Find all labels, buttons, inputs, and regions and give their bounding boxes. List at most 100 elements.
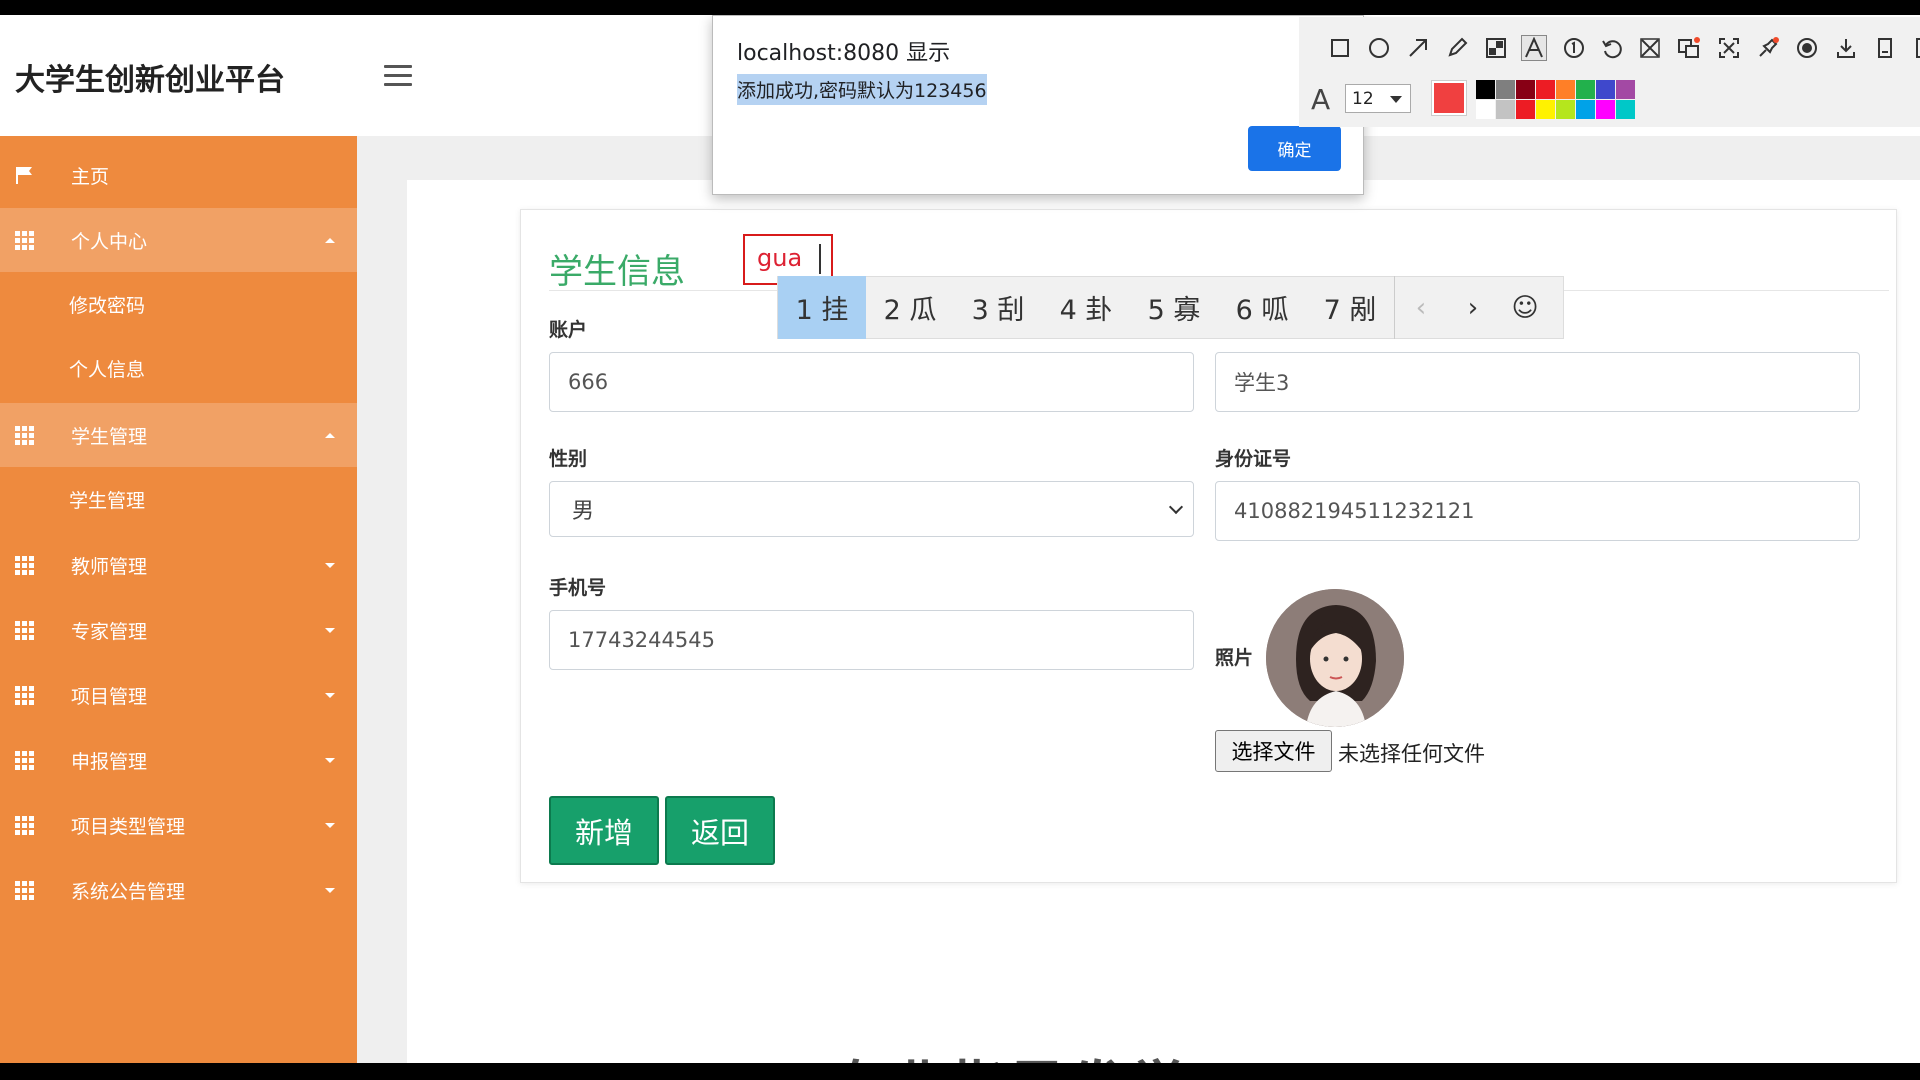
font-size-value: 12 xyxy=(1352,88,1374,109)
color-swatch[interactable] xyxy=(1596,100,1615,119)
arrow-icon[interactable] xyxy=(1405,35,1431,61)
next-page-icon[interactable]: › xyxy=(1447,276,1499,339)
grid-icon xyxy=(15,426,35,445)
font-size-select[interactable]: 12 xyxy=(1345,84,1411,113)
text-icon[interactable] xyxy=(1521,35,1547,61)
color-swatch[interactable] xyxy=(1516,80,1535,99)
number-icon[interactable] xyxy=(1561,35,1587,61)
sidebar-item-announcement-mgmt[interactable]: 系统公告管理 xyxy=(0,858,357,922)
caret-down-icon xyxy=(325,627,335,633)
gender-select-value: 男 xyxy=(572,499,595,524)
color-swatch[interactable] xyxy=(1476,80,1495,99)
color-swatch[interactable] xyxy=(1616,80,1635,99)
sidebar-item-teacher-mgmt[interactable]: 教师管理 xyxy=(0,533,357,597)
ime-candidate[interactable]: 6 呱 xyxy=(1218,276,1306,339)
sidebar-subitem-personal-info[interactable]: 个人信息 xyxy=(0,336,357,400)
prev-page-icon[interactable]: ‹ xyxy=(1395,276,1447,339)
color-swatch[interactable] xyxy=(1576,80,1595,99)
current-color-swatch[interactable] xyxy=(1431,80,1467,116)
color-swatch[interactable] xyxy=(1576,100,1595,119)
alert-dialog: localhost:8080 显示 添加成功,密码默认为123456 确定 xyxy=(712,15,1364,195)
browser-viewport: 大学生创新创业平台 主页 个人中心 修改密码 个人信息 学生管理 学生管理 教师… xyxy=(0,15,1920,1063)
name-input[interactable]: 学生3 xyxy=(1215,352,1860,412)
grid-icon xyxy=(15,556,35,575)
color-swatch[interactable] xyxy=(1556,100,1575,119)
annotation-toolbar: A 12 xyxy=(1299,17,1920,127)
grid-icon xyxy=(15,231,35,250)
color-swatch[interactable] xyxy=(1536,80,1555,99)
account-input[interactable]: 666 xyxy=(549,352,1194,412)
account-label: 账户 xyxy=(549,319,588,341)
ime-candidate-bar: 1 挂 2 瓜 3 刮 4 卦 5 寡 6 呱 7 剐 ‹ › ☺ xyxy=(777,276,1564,339)
bottom-caption: 专业指导发学 xyxy=(830,1043,1190,1063)
sidebar-item-student-mgmt[interactable]: 学生管理 xyxy=(0,403,357,467)
flag-icon xyxy=(15,166,35,184)
caret-up-icon xyxy=(325,237,335,243)
download-icon[interactable] xyxy=(1833,35,1859,61)
color-swatch[interactable] xyxy=(1536,100,1555,119)
caret-down-icon xyxy=(325,757,335,763)
sidebar-item-label: 教师管理 xyxy=(71,555,148,578)
grid-icon xyxy=(15,881,35,900)
emoji-icon[interactable]: ☺ xyxy=(1499,276,1551,339)
color-swatch[interactable] xyxy=(1616,100,1635,119)
menu-toggle-icon[interactable] xyxy=(384,65,412,87)
color-swatch[interactable] xyxy=(1476,100,1495,119)
ime-candidate[interactable]: 1 挂 xyxy=(778,276,866,339)
ok-button[interactable]: 确定 xyxy=(1248,126,1341,171)
sidebar-item-expert-mgmt[interactable]: 专家管理 xyxy=(0,598,357,662)
color-swatch[interactable] xyxy=(1556,80,1575,99)
caret-down-icon xyxy=(325,692,335,698)
mosaic-icon[interactable] xyxy=(1483,35,1509,61)
record-icon[interactable] xyxy=(1794,35,1820,61)
save-icon[interactable] xyxy=(1872,35,1898,61)
choose-file-button[interactable]: 选择文件 xyxy=(1215,730,1332,772)
text-cursor xyxy=(819,244,821,274)
sidebar-item-project-type-mgmt[interactable]: 项目类型管理 xyxy=(0,793,357,857)
content-gutter xyxy=(357,136,407,1063)
sidebar-item-label: 个人中心 xyxy=(71,230,148,253)
sidebar-item-declaration-mgmt[interactable]: 申报管理 xyxy=(0,728,357,792)
alert-title: localhost:8080 显示 xyxy=(737,41,951,66)
close-icon[interactable] xyxy=(1908,35,1920,61)
ime-candidate[interactable]: 3 刮 xyxy=(954,276,1042,339)
grid-icon xyxy=(15,751,35,770)
fullscreen-icon[interactable] xyxy=(1716,35,1742,61)
sidebar-subitem-change-password[interactable]: 修改密码 xyxy=(0,272,357,336)
sidebar-item-label: 学生管理 xyxy=(71,425,148,448)
sidebar-item-project-mgmt[interactable]: 项目管理 xyxy=(0,663,357,727)
sidebar-item-label: 修改密码 xyxy=(69,294,146,317)
color-swatch[interactable] xyxy=(1516,100,1535,119)
pencil-icon[interactable] xyxy=(1444,35,1470,61)
color-swatch[interactable] xyxy=(1496,80,1515,99)
dropdown-arrow-icon xyxy=(1390,96,1402,103)
grid-icon xyxy=(15,816,35,835)
phone-label: 手机号 xyxy=(549,577,607,599)
sidebar-item-personal-center[interactable]: 个人中心 xyxy=(0,208,357,272)
color-swatch[interactable] xyxy=(1496,100,1515,119)
add-button[interactable]: 新增 xyxy=(549,796,659,865)
rectangle-icon[interactable] xyxy=(1327,35,1353,61)
sidebar-item-label: 项目类型管理 xyxy=(71,815,186,838)
circle-icon[interactable] xyxy=(1366,35,1392,61)
undo-icon[interactable] xyxy=(1599,35,1625,61)
ime-candidate[interactable]: 5 寡 xyxy=(1130,276,1218,339)
ime-candidate[interactable]: 7 剐 xyxy=(1306,276,1394,339)
photo-label: 照片 xyxy=(1215,647,1254,669)
chevron-down-icon xyxy=(1168,499,1184,515)
sidebar-item-home[interactable]: 主页 xyxy=(0,143,357,207)
gender-select[interactable]: 男 xyxy=(549,481,1194,537)
back-button[interactable]: 返回 xyxy=(665,796,775,865)
sidebar-item-label: 专家管理 xyxy=(71,620,148,643)
ime-candidate[interactable]: 4 卦 xyxy=(1042,276,1130,339)
phone-input[interactable]: 17743244545 xyxy=(549,610,1194,670)
cancel-icon[interactable] xyxy=(1637,35,1663,61)
sidebar-item-label: 主页 xyxy=(71,165,110,188)
pin-icon[interactable] xyxy=(1755,35,1781,61)
ime-candidate[interactable]: 2 瓜 xyxy=(866,276,954,339)
sidebar-subitem-student-mgmt[interactable]: 学生管理 xyxy=(0,467,357,531)
color-swatch[interactable] xyxy=(1596,80,1615,99)
translate-icon[interactable] xyxy=(1676,35,1702,61)
id-number-input[interactable]: 410882194511232121 xyxy=(1215,481,1860,541)
brand-title: 大学生创新创业平台 xyxy=(15,63,285,98)
